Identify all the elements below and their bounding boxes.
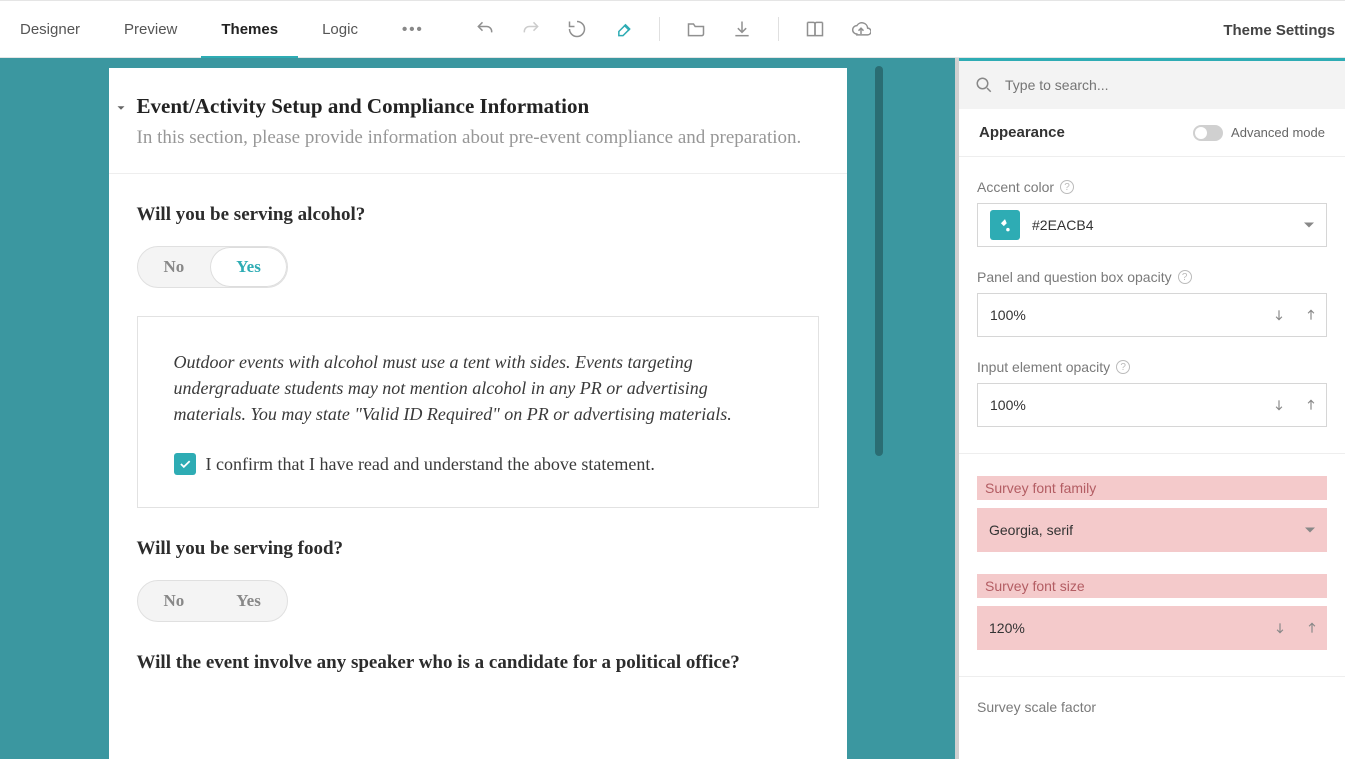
survey-card: Event/Activity Setup and Compliance Info… — [109, 68, 847, 759]
option-no[interactable]: No — [138, 247, 211, 287]
book-icon[interactable] — [805, 19, 825, 39]
question-political-speaker: Will the event involve any speaker who i… — [109, 622, 847, 674]
appearance-section-header[interactable]: Appearance Advanced mode — [959, 109, 1345, 157]
settings-search — [959, 61, 1345, 109]
question-title: Will the event involve any speaker who i… — [137, 652, 819, 674]
tab-logic[interactable]: Logic — [322, 1, 358, 57]
section-divider — [959, 453, 1345, 454]
chevron-down-icon — [1305, 528, 1315, 533]
panel-title: Theme Settings — [1223, 1, 1335, 59]
tab-themes[interactable]: Themes — [221, 1, 278, 57]
undo-icon[interactable] — [475, 19, 495, 39]
accent-color-label: Accent color ? — [977, 179, 1327, 195]
settings-body: Accent color ? #2EACB4 Panel and questio… — [959, 157, 1345, 759]
yes-no-toggle: No Yes — [137, 580, 288, 622]
collapse-section-icon[interactable] — [114, 101, 128, 115]
accent-color-select[interactable]: #2EACB4 — [977, 203, 1327, 247]
toolbar-separator — [659, 17, 660, 41]
question-alcohol: Will you be serving alcohol? No Yes Outd… — [109, 174, 847, 508]
section-subtitle: In this section, please provide informat… — [137, 127, 819, 149]
section-header: Event/Activity Setup and Compliance Info… — [109, 68, 847, 174]
tab-designer[interactable]: Designer — [20, 1, 80, 57]
help-icon[interactable]: ? — [1060, 180, 1074, 194]
panel-opacity-input[interactable]: 100% — [977, 293, 1327, 337]
search-icon — [975, 76, 993, 94]
reset-icon[interactable] — [567, 19, 587, 39]
redo-icon[interactable] — [521, 19, 541, 39]
font-family-label: Survey font family — [977, 476, 1327, 500]
open-folder-icon[interactable] — [686, 19, 706, 39]
question-title: Will you be serving food? — [137, 538, 819, 560]
paint-icon[interactable] — [613, 19, 633, 39]
section-divider — [959, 676, 1345, 677]
advanced-mode-toggle[interactable]: Advanced mode — [1193, 125, 1325, 141]
advanced-label: Advanced mode — [1231, 125, 1325, 140]
toolbar-icons — [475, 17, 871, 41]
theme-settings-panel: Appearance Advanced mode Accent color ? … — [955, 58, 1345, 759]
input-opacity-input[interactable]: 100% — [977, 383, 1327, 427]
download-icon[interactable] — [732, 19, 752, 39]
accent-value: #2EACB4 — [1032, 217, 1093, 233]
color-swatch — [990, 210, 1020, 240]
help-icon[interactable]: ? — [1116, 360, 1130, 374]
arrow-up-icon[interactable] — [1304, 398, 1318, 412]
question-food: Will you be serving food? No Yes — [109, 508, 847, 622]
font-size-input[interactable]: 120% — [977, 606, 1327, 650]
survey-canvas: Event/Activity Setup and Compliance Info… — [0, 58, 955, 759]
question-title: Will you be serving alcohol? — [137, 204, 819, 226]
panel-opacity-value: 100% — [990, 307, 1026, 323]
arrow-up-icon[interactable] — [1305, 621, 1319, 635]
scale-factor-label: Survey scale factor — [977, 699, 1327, 715]
font-family-value: Georgia, serif — [989, 522, 1073, 538]
confirm-label: I confirm that I have read and understan… — [206, 454, 655, 475]
input-opacity-value: 100% — [990, 397, 1026, 413]
workspace: Event/Activity Setup and Compliance Info… — [0, 58, 1345, 759]
toolbar-separator-2 — [778, 17, 779, 41]
main-tabs: Designer Preview Themes Logic ••• — [0, 1, 424, 57]
font-family-select[interactable]: Georgia, serif — [977, 508, 1327, 552]
font-size-value: 120% — [989, 620, 1025, 636]
arrow-down-icon[interactable] — [1272, 308, 1286, 322]
section-title: Event/Activity Setup and Compliance Info… — [137, 94, 819, 119]
arrow-up-icon[interactable] — [1304, 308, 1318, 322]
search-input[interactable] — [1005, 77, 1329, 93]
yes-no-toggle: No Yes — [137, 246, 288, 288]
option-yes[interactable]: Yes — [210, 581, 287, 621]
more-tabs-button[interactable]: ••• — [402, 1, 424, 57]
option-no[interactable]: No — [138, 581, 211, 621]
top-toolbar: Designer Preview Themes Logic ••• — [0, 0, 1345, 58]
cloud-upload-icon[interactable] — [851, 19, 871, 39]
chevron-down-icon — [1304, 223, 1314, 228]
font-size-label: Survey font size — [977, 574, 1327, 598]
panel-opacity-label: Panel and question box opacity ? — [977, 269, 1327, 285]
confirm-checkbox[interactable] — [174, 453, 196, 475]
help-icon[interactable]: ? — [1178, 270, 1192, 284]
toggle-switch[interactable] — [1193, 125, 1223, 141]
info-box: Outdoor events with alcohol must use a t… — [137, 316, 819, 508]
arrow-down-icon[interactable] — [1272, 398, 1286, 412]
option-yes[interactable]: Yes — [210, 247, 287, 287]
tab-preview[interactable]: Preview — [124, 1, 177, 57]
scrollbar-thumb[interactable] — [875, 66, 883, 456]
input-opacity-label: Input element opacity ? — [977, 359, 1327, 375]
arrow-down-icon[interactable] — [1273, 621, 1287, 635]
section-label: Appearance — [979, 124, 1065, 141]
info-text: Outdoor events with alcohol must use a t… — [174, 349, 782, 427]
confirm-row: I confirm that I have read and understan… — [174, 453, 782, 475]
